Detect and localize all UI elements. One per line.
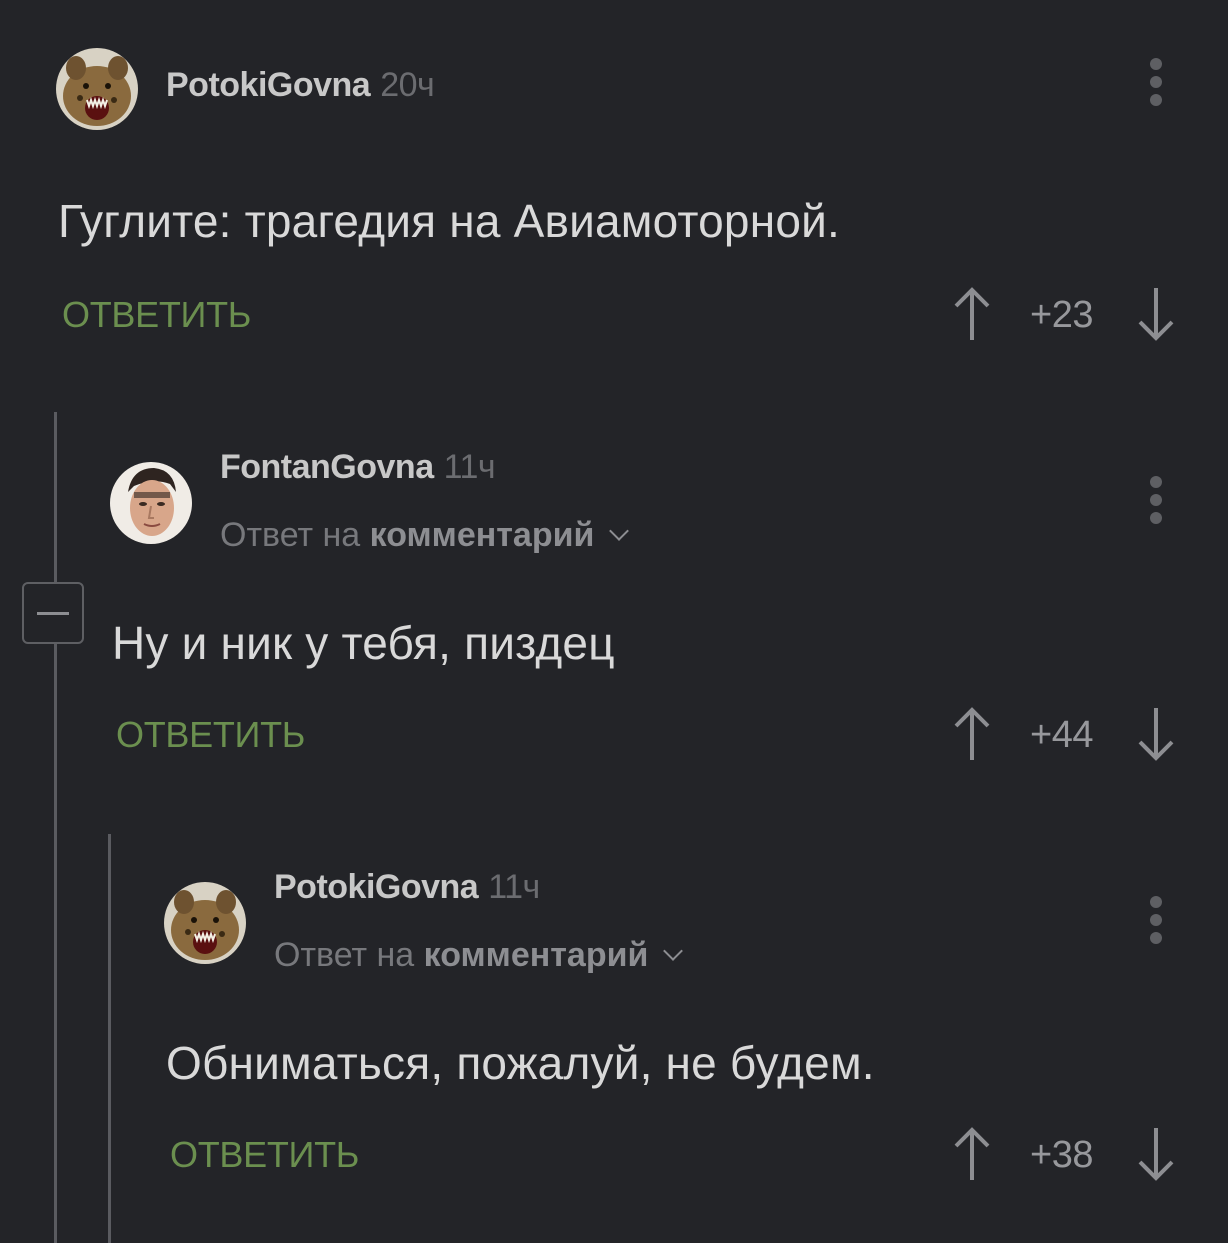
author-name[interactable]: FontanGovna — [220, 448, 434, 486]
comment-time: 20ч — [380, 66, 435, 104]
collapse-thread-button[interactable] — [22, 582, 84, 644]
reply-button[interactable]: ОТВЕТИТЬ — [62, 294, 251, 336]
reply-to-link[interactable]: комментарий — [424, 936, 649, 974]
comment-text: Гуглите: трагедия на Авиамоторной. — [58, 195, 840, 247]
comment-time: 11ч — [488, 868, 540, 906]
upvote-arrow-icon[interactable] — [952, 286, 992, 342]
comment-score: +44 — [1030, 714, 1093, 756]
comment-time: 11ч — [443, 448, 496, 486]
avatar-man[interactable] — [110, 462, 192, 544]
thread-line-level-2[interactable] — [108, 834, 111, 1243]
comment-author[interactable]: FontanGovna 11ч — [220, 448, 496, 487]
reply-to-link[interactable]: комментарий — [370, 516, 595, 554]
comment-score: +38 — [1030, 1134, 1093, 1176]
reply-to-prefix: Ответ на — [274, 936, 415, 974]
chevron-down-icon[interactable] — [663, 941, 684, 961]
upvote-arrow-icon[interactable] — [952, 706, 992, 762]
reply-to-line: Ответ на комментарий — [274, 936, 684, 975]
more-options-icon[interactable] — [1146, 896, 1166, 956]
comment-text: Обниматься, пожалуй, не будем. — [166, 1037, 875, 1089]
comment-score: +23 — [1030, 294, 1093, 336]
more-options-icon[interactable] — [1146, 476, 1166, 536]
avatar-hyena[interactable] — [164, 882, 246, 964]
downvote-arrow-icon[interactable] — [1136, 1126, 1176, 1182]
reply-button[interactable]: ОТВЕТИТЬ — [170, 1134, 359, 1176]
thread-line-level-1[interactable] — [54, 412, 57, 1243]
reply-to-prefix: Ответ на — [220, 516, 361, 554]
comment-author[interactable]: PotokiGovna 11ч — [274, 868, 540, 907]
author-name[interactable]: PotokiGovna — [166, 66, 371, 104]
comment-text: Ну и ник у тебя, пиздец — [112, 617, 615, 669]
author-name[interactable]: PotokiGovna — [274, 868, 479, 906]
avatar-hyena[interactable] — [56, 48, 138, 130]
comment-author[interactable]: PotokiGovna 20ч — [166, 66, 435, 105]
reply-to-line: Ответ на комментарий — [220, 516, 630, 555]
downvote-arrow-icon[interactable] — [1136, 706, 1176, 762]
more-options-icon[interactable] — [1146, 58, 1166, 118]
upvote-arrow-icon[interactable] — [952, 1126, 992, 1182]
chevron-down-icon[interactable] — [609, 521, 630, 541]
downvote-arrow-icon[interactable] — [1136, 286, 1176, 342]
reply-button[interactable]: ОТВЕТИТЬ — [116, 714, 305, 756]
